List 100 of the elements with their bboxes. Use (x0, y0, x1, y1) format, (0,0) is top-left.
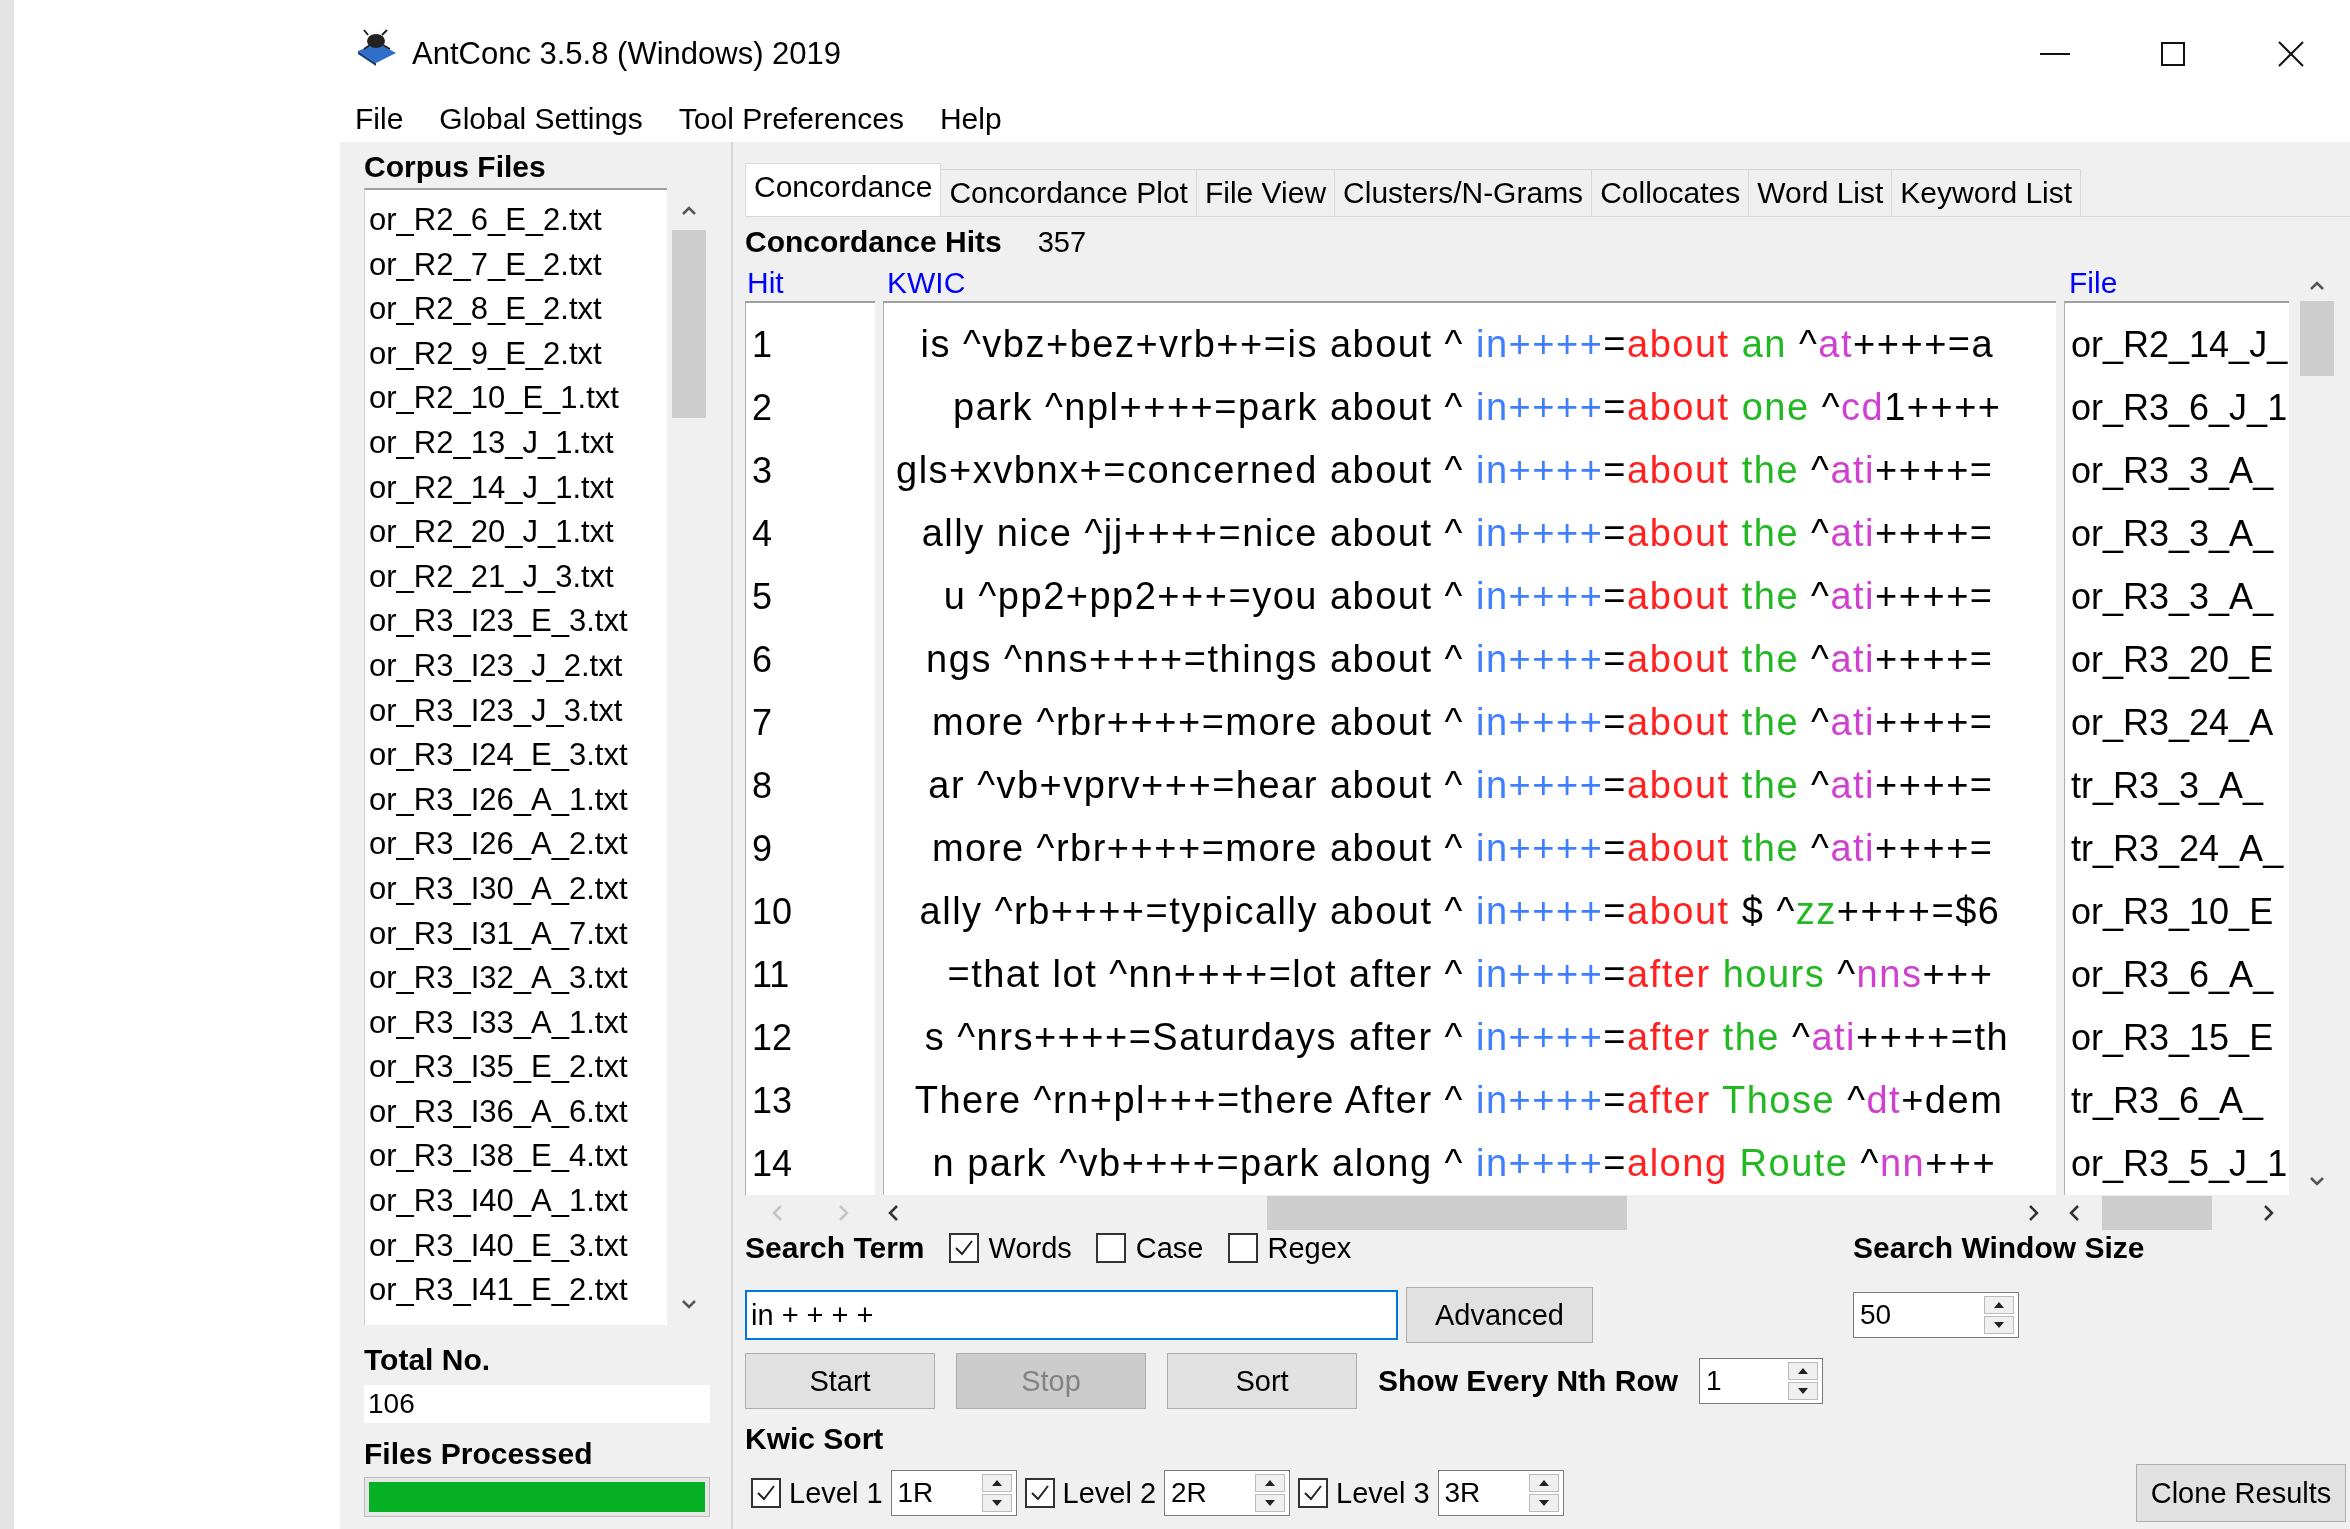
menu-item[interactable]: Help (939, 101, 1002, 136)
search-field[interactable]: in + + + + (745, 1290, 1398, 1340)
ant-app-icon (356, 28, 398, 67)
file-item[interactable]: or_R2_20_J_1.txt (365, 510, 667, 555)
checkbox[interactable] (948, 1233, 979, 1263)
spin-arrows-icon[interactable] (1528, 1474, 1559, 1512)
kwic-line: ngs ^nns++++=things about ^ in++++=about the ^ati++++= (925, 637, 1995, 682)
file-item[interactable]: or_R3_I38_E_4.txt (365, 1134, 667, 1180)
sort-level-spinbox[interactable]: 2R (1164, 1470, 1291, 1516)
hit-number: 1 (751, 323, 774, 367)
file-name: or_R3_6_J_1 (2070, 386, 2289, 430)
checkbox[interactable] (1095, 1233, 1126, 1263)
checkbox-label: Words (988, 1231, 1072, 1265)
file-item[interactable]: or_R2_14_J_1.txt (365, 465, 667, 511)
window-title: AntConc 3.5.8 (Windows) 2019 (412, 34, 842, 72)
spin-arrows-icon[interactable] (1255, 1474, 1286, 1512)
checkbox[interactable] (751, 1478, 781, 1508)
file-item[interactable]: or_R3_I36_A_6.txt (365, 1089, 667, 1135)
file-item[interactable]: or_R2_21_J_3.txt (365, 554, 667, 600)
nth-row-label: Show Every Nth Row (1378, 1364, 1679, 1398)
hit-number: 11 (751, 953, 791, 997)
file-item[interactable]: or_R3_I23_J_2.txt (365, 643, 667, 689)
kwic-line: u ^pp2+pp2+++=you about ^ in++++=about the ^ati++++= (942, 574, 1995, 619)
tab[interactable]: Concordance (745, 163, 942, 216)
file-name: tr_R3_3_A_ (2070, 764, 2265, 808)
file-item[interactable]: or_R2_9_E_2.txt (365, 331, 667, 377)
hit-number: 7 (751, 701, 774, 745)
hits-count: 357 (1037, 225, 1087, 259)
scrollbar-thumb[interactable] (2102, 1196, 2212, 1230)
file-item[interactable]: or_R3_I41_E_2.txt (365, 1268, 667, 1313)
file-name: or_R3_3_A_ (2070, 512, 2275, 556)
file-item[interactable]: or_R3_I31_A_7.txt (365, 911, 667, 957)
tab[interactable]: Keyword List (1891, 169, 2082, 216)
spin-arrows-icon[interactable] (1984, 1296, 2014, 1334)
scrollbar-thumb[interactable] (672, 230, 706, 418)
action-button[interactable]: Sort (1167, 1353, 1357, 1409)
kwic-line: ally nice ^jj++++=nice about ^ in++++=about the ^ati++++= (920, 511, 1995, 556)
file-item[interactable]: or_R3_I33_A_1.txt (365, 1000, 667, 1046)
hit-number: 12 (751, 1016, 794, 1060)
file-item[interactable]: or_R3_I23_E_3.txt (365, 599, 667, 644)
hit-number: 9 (751, 827, 774, 871)
close-icon[interactable] (2278, 40, 2304, 67)
advanced-button[interactable]: Advanced (1406, 1287, 1593, 1343)
checkbox[interactable] (1024, 1478, 1055, 1508)
sort-level-spinbox[interactable]: 1R (890, 1470, 1017, 1516)
kwic-line: park ^npl++++=park about ^ in++++=about one ^cd1++++ (952, 385, 2003, 430)
file-item[interactable]: or_R3_I32_A_3.txt (365, 956, 667, 1001)
file-name: or_R3_6_A_ (2070, 953, 2275, 997)
hit-number: 2 (751, 386, 774, 430)
spin-arrows-icon[interactable] (1788, 1362, 1819, 1400)
file-item[interactable]: or_R3_I40_A_1.txt (365, 1179, 667, 1224)
spin-arrows-icon[interactable] (981, 1474, 1012, 1512)
maximize-icon[interactable] (2161, 41, 2185, 66)
checkbox-label: Level 3 (1336, 1476, 1430, 1510)
file-item[interactable]: or_R2_8_E_2.txt (365, 287, 667, 332)
file-item[interactable]: or_R2_6_E_2.txt (365, 198, 667, 243)
hit-number: 14 (751, 1142, 794, 1186)
file-name: tr_R3_6_A_ (2070, 1079, 2265, 1123)
file-item[interactable]: or_R3_I26_A_1.txt (365, 777, 667, 823)
column-header[interactable]: KWIC (885, 266, 2067, 300)
kwic-line: n park ^vb++++=park along ^ in++++=along Route ^nn+++ (931, 1141, 1998, 1186)
file-item[interactable]: or_R3_I26_A_2.txt (365, 822, 667, 867)
total-field: 106 (364, 1385, 710, 1423)
clone-results-button[interactable]: Clone Results (2136, 1464, 2346, 1522)
file-item[interactable]: or_R3_I23_J_3.txt (365, 688, 667, 734)
action-button[interactable]: Start (745, 1353, 935, 1409)
file-item[interactable]: or_R2_13_J_1.txt (365, 420, 667, 466)
hit-number: 5 (751, 575, 774, 619)
kwic-sort-label: Kwic Sort (745, 1422, 884, 1456)
kwic-line: gls+xvbnx+=concerned about ^ in++++=about the ^ati++++= (895, 448, 1995, 493)
hit-number: 10 (751, 890, 794, 934)
checkbox-label: Level 1 (789, 1476, 883, 1510)
file-item[interactable]: or_R3_I24_E_3.txt (365, 733, 667, 778)
kwic-line: =that lot ^nn++++=lot after ^ in++++=after hours ^nns+++ (946, 952, 1995, 997)
scrollbar-thumb[interactable] (2300, 301, 2334, 376)
checkbox[interactable] (1298, 1478, 1329, 1508)
kwic-line: more ^rbr++++=more about ^ in++++=about the ^ati++++= (930, 826, 1995, 871)
file-name: or_R3_24_A (2070, 701, 2275, 745)
column-header[interactable]: Hit (745, 266, 885, 300)
file-item[interactable]: or_R3_I40_E_3.txt (365, 1223, 667, 1269)
hit-number: 13 (751, 1079, 794, 1123)
menu-item[interactable]: Tool Preferences (678, 101, 904, 136)
menu-item[interactable]: File (355, 101, 404, 136)
file-item[interactable]: or_R2_7_E_2.txt (365, 242, 667, 288)
checkbox[interactable] (1227, 1233, 1258, 1263)
file-item[interactable]: or_R2_10_E_1.txt (365, 376, 667, 421)
kwic-line: There ^rn+pl+++=there After ^ in++++=after Those ^dt+dem (913, 1078, 2005, 1123)
file-name: or_R3_20_E (2070, 638, 2275, 682)
window-size-spinbox[interactable]: 50 (1853, 1292, 2019, 1338)
hit-number: 8 (751, 764, 774, 808)
nth-row-spinbox[interactable]: 1 (1699, 1358, 1824, 1404)
kwic-line: more ^rbr++++=more about ^ in++++=about the ^ati++++= (930, 700, 1995, 745)
file-item[interactable]: or_R3_I30_A_2.txt (365, 866, 667, 912)
menu-item[interactable]: Global Settings (439, 101, 643, 136)
kwic-line: ar ^vb+vprv+++=hear about ^ in++++=about the ^ati++++= (927, 763, 1995, 808)
sort-level-spinbox[interactable]: 3R (1437, 1470, 1564, 1516)
scrollbar-thumb[interactable] (1267, 1196, 1627, 1230)
column-header[interactable]: File (2067, 266, 2289, 300)
file-name: or_R3_10_E (2070, 890, 2275, 934)
file-item[interactable]: or_R3_I35_E_2.txt (365, 1045, 667, 1090)
